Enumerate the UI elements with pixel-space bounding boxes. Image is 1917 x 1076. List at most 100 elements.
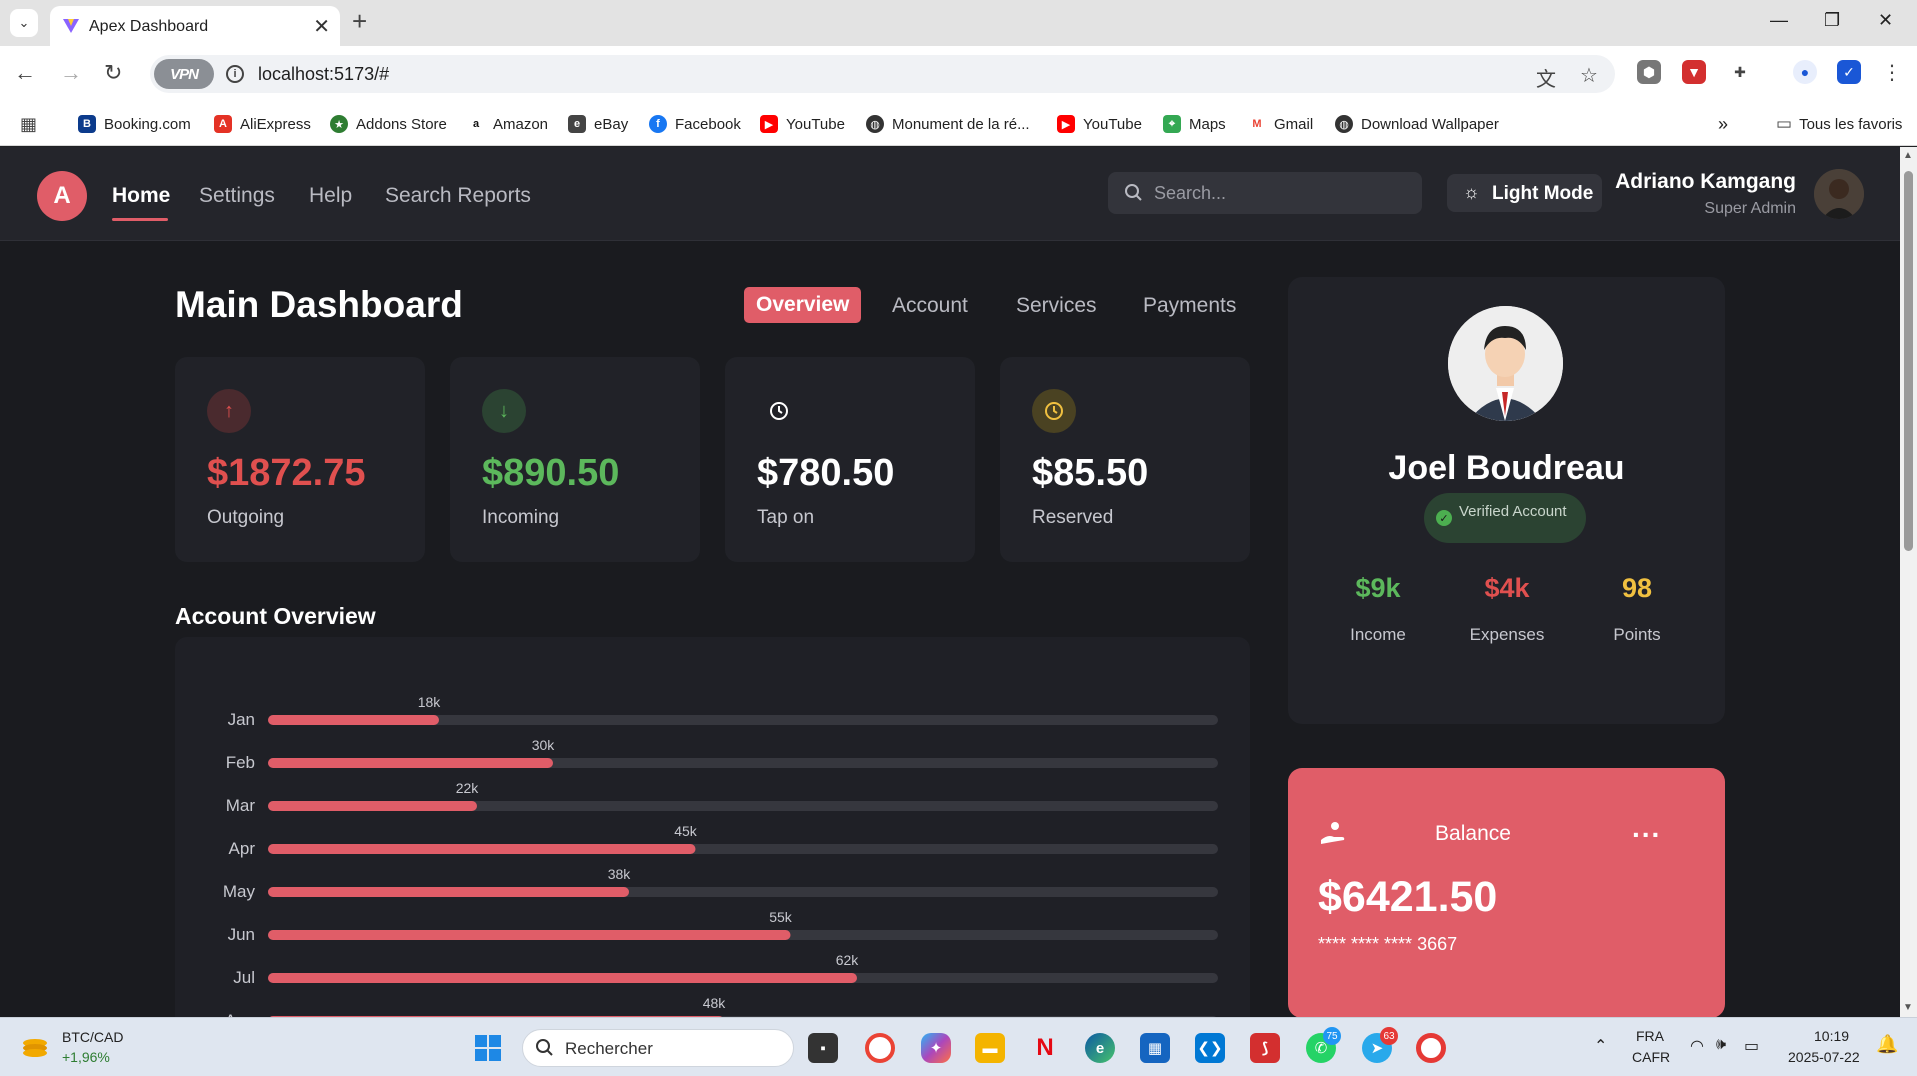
wifi-icon[interactable]: ◠ bbox=[1690, 1036, 1704, 1056]
all-bookmarks-folder[interactable]: ▭ Tous les favoris bbox=[1776, 114, 1902, 134]
more-options-icon[interactable]: ... bbox=[1632, 812, 1661, 844]
volume-icon[interactable]: 🕪 bbox=[1716, 1036, 1726, 1054]
omnibox[interactable]: VPN i localhost:5173/# 文 ☆ bbox=[150, 55, 1615, 93]
verified-badge: ✓ Verified Account bbox=[1424, 493, 1586, 543]
nav-settings[interactable]: Settings bbox=[199, 184, 275, 208]
bar-data-label: 30k bbox=[532, 737, 556, 753]
ublock-icon[interactable]: ▼ bbox=[1682, 60, 1706, 84]
windows-start-icon[interactable] bbox=[473, 1033, 503, 1063]
copilot-icon[interactable]: ✦ bbox=[921, 1033, 951, 1063]
income-label: Income bbox=[1350, 625, 1406, 644]
light-mode-button[interactable]: ☼ Light Mode bbox=[1447, 174, 1602, 212]
bookmark-addons-store[interactable]: ★ Addons Store bbox=[330, 114, 447, 134]
bar-jun[interactable] bbox=[268, 930, 791, 940]
bar-apr[interactable] bbox=[268, 844, 696, 854]
new-tab-button[interactable]: + bbox=[352, 6, 367, 37]
bookmark-youtube[interactable]: ▶ YouTube bbox=[760, 114, 845, 134]
extension-shield-icon[interactable]: ⬢ bbox=[1637, 60, 1661, 84]
apps-grid-icon[interactable]: ▦ bbox=[20, 114, 37, 134]
profile-card: Joel Boudreau ✓ Verified Account $9k Inc… bbox=[1288, 277, 1725, 724]
booking-icon: B bbox=[78, 115, 96, 133]
more-bookmarks-icon[interactable]: » bbox=[1718, 114, 1728, 134]
tab-close-icon[interactable]: ✕ bbox=[313, 14, 330, 39]
bookmark-maps[interactable]: ⌖ Maps bbox=[1163, 114, 1226, 134]
ticker-name[interactable]: BTC/CAD bbox=[62, 1029, 123, 1045]
bar-mar[interactable] bbox=[268, 801, 477, 811]
addons-store-icon: ★ bbox=[330, 115, 348, 133]
back-icon[interactable]: ← bbox=[14, 60, 36, 86]
nav-help[interactable]: Help bbox=[309, 184, 352, 208]
edge-icon[interactable]: e bbox=[1085, 1033, 1115, 1063]
url-text[interactable]: localhost:5173/# bbox=[258, 64, 389, 85]
vpn-badge[interactable]: VPN bbox=[154, 59, 214, 89]
arrow-up-icon: ↑ bbox=[207, 389, 251, 433]
clock-date[interactable]: 2025-07-22 bbox=[1788, 1049, 1860, 1065]
vscode-icon[interactable]: ❮❯ bbox=[1195, 1033, 1225, 1063]
telegram-badge: 63 bbox=[1380, 1027, 1398, 1045]
profile-icon[interactable]: ● bbox=[1793, 60, 1817, 84]
verified-label: Verified Account bbox=[1459, 503, 1567, 520]
search-input[interactable]: Search... bbox=[1108, 172, 1422, 214]
bookmark-gmail[interactable]: M Gmail bbox=[1248, 114, 1313, 134]
nav-home[interactable]: Home bbox=[112, 184, 170, 208]
close-window-icon[interactable]: ✕ bbox=[1878, 10, 1893, 31]
bar-feb[interactable] bbox=[268, 758, 553, 768]
file-explorer-icon[interactable]: ▬ bbox=[975, 1033, 1005, 1063]
nav-search-reports[interactable]: Search Reports bbox=[385, 184, 531, 208]
page-scrollbar[interactable]: ▲ ▼ bbox=[1900, 147, 1917, 1017]
bitwarden-icon[interactable]: ✓ bbox=[1837, 60, 1861, 84]
bookmark-star-icon[interactable]: ☆ bbox=[1580, 63, 1598, 88]
extensions-puzzle-icon[interactable]: ✚ bbox=[1728, 60, 1752, 84]
tab-account[interactable]: Account bbox=[892, 294, 968, 318]
app-logo[interactable]: A bbox=[37, 171, 87, 221]
chrome-dev-icon[interactable] bbox=[1416, 1033, 1446, 1063]
acrobat-icon[interactable]: ⟆ bbox=[1250, 1033, 1280, 1063]
profile-name: Joel Boudreau bbox=[1388, 449, 1625, 487]
scrollbar-thumb[interactable] bbox=[1904, 171, 1913, 551]
bookmark-monument[interactable]: ◍ Monument de la ré... bbox=[866, 114, 1030, 134]
bar-jul[interactable] bbox=[268, 973, 857, 983]
reload-icon[interactable]: ↻ bbox=[104, 60, 122, 86]
task-view-icon[interactable]: ▪ bbox=[808, 1033, 838, 1063]
balance-card: Balance ... $6421.50 **** **** **** 3667 bbox=[1288, 768, 1725, 1017]
bookmark-ebay[interactable]: e eBay bbox=[568, 114, 628, 134]
clock-icon bbox=[757, 389, 801, 433]
bar-may[interactable] bbox=[268, 887, 629, 897]
income-value: $9k bbox=[1355, 573, 1401, 603]
bookmark-youtube-2[interactable]: ▶ YouTube bbox=[1057, 114, 1142, 134]
taskbar-search-input[interactable]: Rechercher bbox=[522, 1029, 794, 1067]
input-region[interactable]: CAFR bbox=[1632, 1049, 1670, 1065]
translate-icon[interactable]: 文 bbox=[1536, 63, 1556, 92]
tab-payments[interactable]: Payments bbox=[1143, 294, 1236, 318]
chrome-icon[interactable] bbox=[865, 1033, 895, 1063]
stat-value: $1872.75 bbox=[207, 452, 366, 494]
stat-card-outgoing: ↑ $1872.75 Outgoing bbox=[175, 357, 425, 562]
restore-icon[interactable]: ❐ bbox=[1824, 10, 1840, 31]
microsoft-store-icon[interactable]: ▦ bbox=[1140, 1033, 1170, 1063]
bookmark-aliexpress[interactable]: A AliExpress bbox=[214, 114, 311, 134]
bookmark-amazon[interactable]: a Amazon bbox=[467, 114, 548, 134]
tab-search-button[interactable]: ⌄ bbox=[10, 9, 38, 37]
minimize-icon[interactable]: — bbox=[1770, 10, 1788, 31]
tab-services[interactable]: Services bbox=[1016, 294, 1097, 318]
bookmark-download-wallpaper[interactable]: ◍ Download Wallpaper bbox=[1335, 114, 1499, 134]
tab-overview[interactable]: Overview bbox=[744, 287, 862, 323]
netflix-icon[interactable]: N bbox=[1030, 1033, 1060, 1063]
clock-time[interactable]: 10:19 bbox=[1814, 1028, 1849, 1044]
battery-icon[interactable]: ▭ bbox=[1744, 1036, 1759, 1056]
search-icon bbox=[536, 1039, 553, 1056]
bookmark-facebook[interactable]: f Facebook bbox=[649, 114, 741, 134]
input-language[interactable]: FRA bbox=[1636, 1028, 1664, 1044]
bookmark-booking[interactable]: B Booking.com bbox=[78, 114, 191, 134]
browser-menu-icon[interactable]: ⋮ bbox=[1880, 60, 1904, 84]
forward-icon[interactable]: → bbox=[60, 60, 82, 86]
user-avatar[interactable] bbox=[1814, 169, 1864, 219]
scroll-up-icon[interactable]: ▲ bbox=[1903, 150, 1913, 161]
bar-jan[interactable] bbox=[268, 715, 439, 725]
tray-chevron-icon[interactable]: ⌃ bbox=[1594, 1036, 1607, 1056]
notification-bell-icon[interactable]: 🔔 bbox=[1876, 1034, 1898, 1055]
scroll-down-icon[interactable]: ▼ bbox=[1903, 1002, 1913, 1013]
bitcoin-widget-icon[interactable] bbox=[20, 1033, 50, 1063]
browser-tab-active[interactable]: Apex Dashboard ✕ bbox=[50, 6, 340, 46]
site-info-icon[interactable]: i bbox=[226, 65, 244, 83]
